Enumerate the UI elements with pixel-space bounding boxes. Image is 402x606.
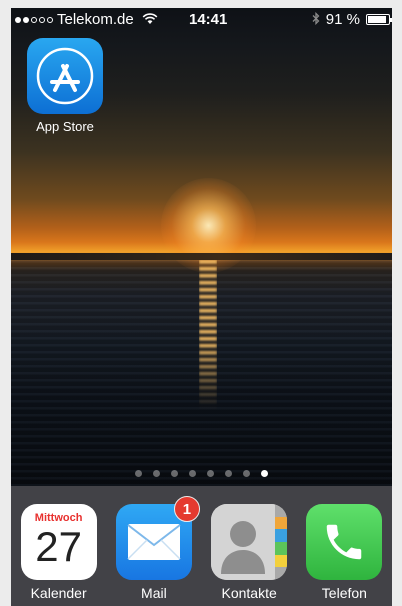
calendar-date: 27 <box>35 523 82 570</box>
mail-app[interactable]: 1 Mail <box>115 496 200 601</box>
wifi-icon <box>142 12 158 28</box>
battery-percentage: 91 % <box>325 11 360 28</box>
calendar-app[interactable]: Mittwoch 27 Kalender <box>20 504 97 601</box>
app-store-label: App Store <box>36 119 94 134</box>
carrier-name: Telekom.de <box>57 11 134 28</box>
page-dot <box>153 470 160 477</box>
calendar-label: Kalender <box>30 585 87 601</box>
phone-app[interactable]: Telefon <box>306 504 383 601</box>
phone-icon <box>306 504 383 580</box>
signal-strength-icon <box>15 16 53 23</box>
mail-label: Mail <box>141 585 167 601</box>
page-dot <box>189 470 196 477</box>
horizon <box>11 253 392 260</box>
contacts-label: Kontakte <box>221 585 277 601</box>
page-indicator[interactable] <box>11 470 392 477</box>
mail-badge: 1 <box>173 496 200 522</box>
page-dot <box>243 470 250 477</box>
page-dot <box>171 470 178 477</box>
app-store-icon <box>27 38 103 114</box>
contacts-app[interactable]: Kontakte <box>211 504 288 601</box>
battery-icon <box>366 14 392 25</box>
page-dot <box>261 470 268 477</box>
status-bar: Telekom.de 14:41 91 % <box>11 8 392 30</box>
app-store-app[interactable]: App Store <box>27 38 103 134</box>
home-screen: Telekom.de 14:41 91 % App Store Mittwoch… <box>11 8 392 606</box>
clock: 14:41 <box>189 11 228 28</box>
contacts-icon <box>211 504 288 580</box>
bluetooth-icon <box>312 11 320 28</box>
page-dot <box>207 470 214 477</box>
page-dot <box>225 470 232 477</box>
dock: Mittwoch 27 Kalender 1 Mail Kontakte Tel… <box>11 486 392 606</box>
page-dot <box>135 470 142 477</box>
sun-reflection <box>199 260 217 410</box>
calendar-icon: Mittwoch 27 <box>20 504 97 580</box>
phone-label: Telefon <box>321 585 367 601</box>
